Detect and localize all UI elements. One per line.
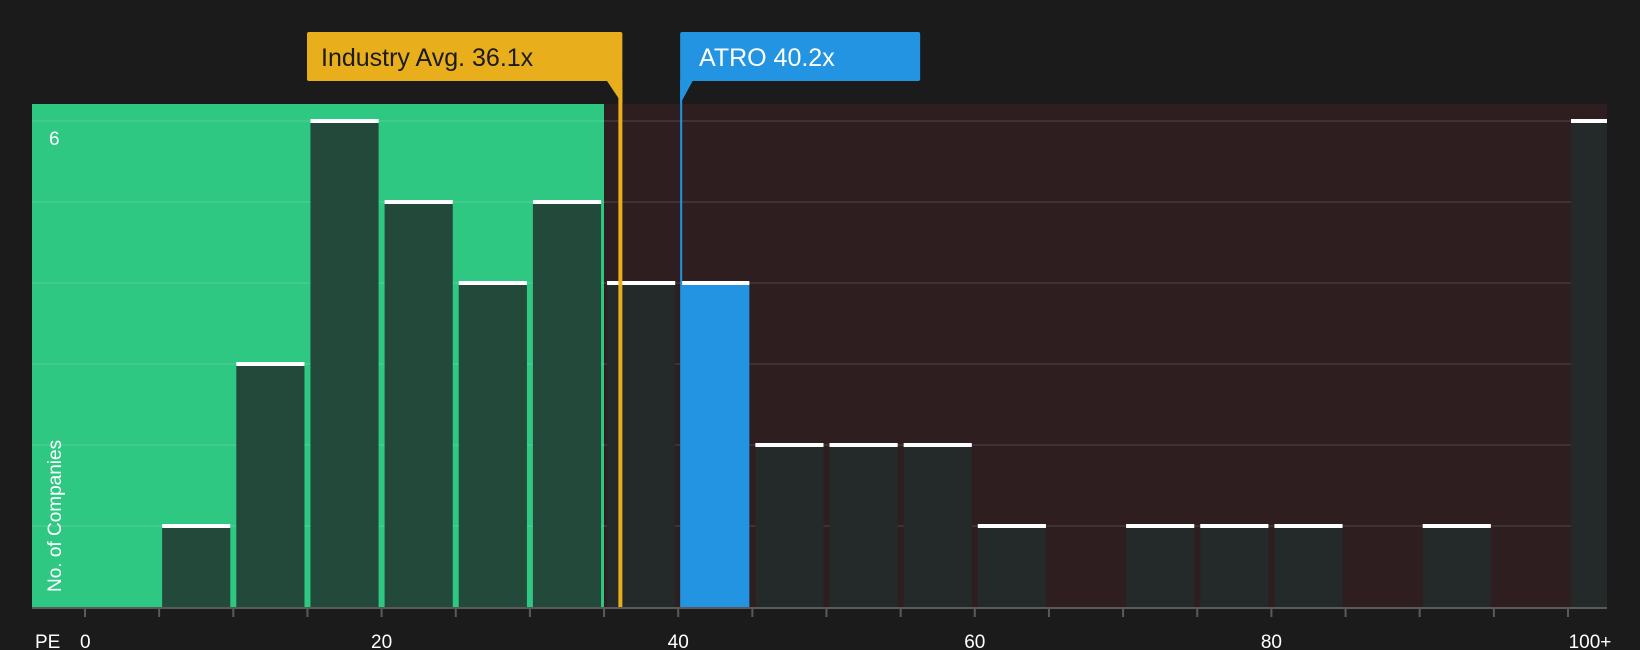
histogram-bar-cap [384, 200, 453, 204]
histogram-bar [977, 526, 1046, 607]
x-tick-label: 40 [668, 632, 689, 650]
histogram-bar [1422, 526, 1491, 607]
histogram-bar [903, 445, 972, 607]
histogram-bar [458, 283, 527, 607]
histogram-bar-cap [162, 524, 231, 528]
x-tick-label: 80 [1261, 632, 1282, 650]
x-tick-label: 0 [80, 632, 91, 650]
histogram-bar-cap [1422, 524, 1491, 528]
x-tick-label: 20 [371, 632, 392, 650]
histogram-bar [384, 202, 453, 607]
histogram-bar [1571, 121, 1607, 607]
histogram-bar [162, 526, 231, 607]
histogram-bar-cap [1200, 524, 1269, 528]
histogram-bar [681, 283, 750, 607]
company-pe-label: ATRO 40.2x [699, 44, 835, 72]
histogram-bar-cap [755, 443, 824, 447]
histogram-bar-cap [310, 119, 379, 123]
histogram-bar [1274, 526, 1343, 607]
histogram-bar-cap [829, 443, 898, 447]
histogram-bar [1126, 526, 1195, 607]
histogram-bar [829, 445, 898, 607]
x-tick-label: 100+ [1569, 632, 1612, 650]
histogram-bar-cap [1274, 524, 1343, 528]
x-axis-title: PE [35, 632, 60, 650]
company-pe-line [680, 80, 683, 607]
x-tick-label: 60 [964, 632, 985, 650]
histogram-bar-cap [681, 281, 750, 285]
histogram-bar [532, 202, 602, 607]
histogram-bar-cap [903, 443, 972, 447]
histogram-bar [310, 121, 379, 607]
histogram-bar [236, 364, 305, 607]
histogram-bar [1200, 526, 1269, 607]
y-tick-label-6: 6 [49, 129, 60, 150]
histogram-bar-cap [1126, 524, 1195, 528]
pe-histogram-chart: 0 20 40 60 80 100+ No. of Companies 6 PE Indu… [0, 0, 1640, 650]
histogram-bar [607, 283, 676, 607]
histogram-bar-cap [236, 362, 305, 366]
histogram-bar-cap [607, 281, 676, 285]
histogram-bar-cap [977, 524, 1046, 528]
y-axis-title: No. of Companies [45, 440, 66, 592]
histogram-bar-cap [458, 281, 527, 285]
histogram-bar [755, 445, 824, 607]
industry-avg-label: Industry Avg. 36.1x [321, 44, 534, 72]
histogram-bar-cap [1571, 119, 1607, 123]
histogram-bar-cap [532, 200, 602, 204]
industry-avg-line [618, 80, 623, 607]
